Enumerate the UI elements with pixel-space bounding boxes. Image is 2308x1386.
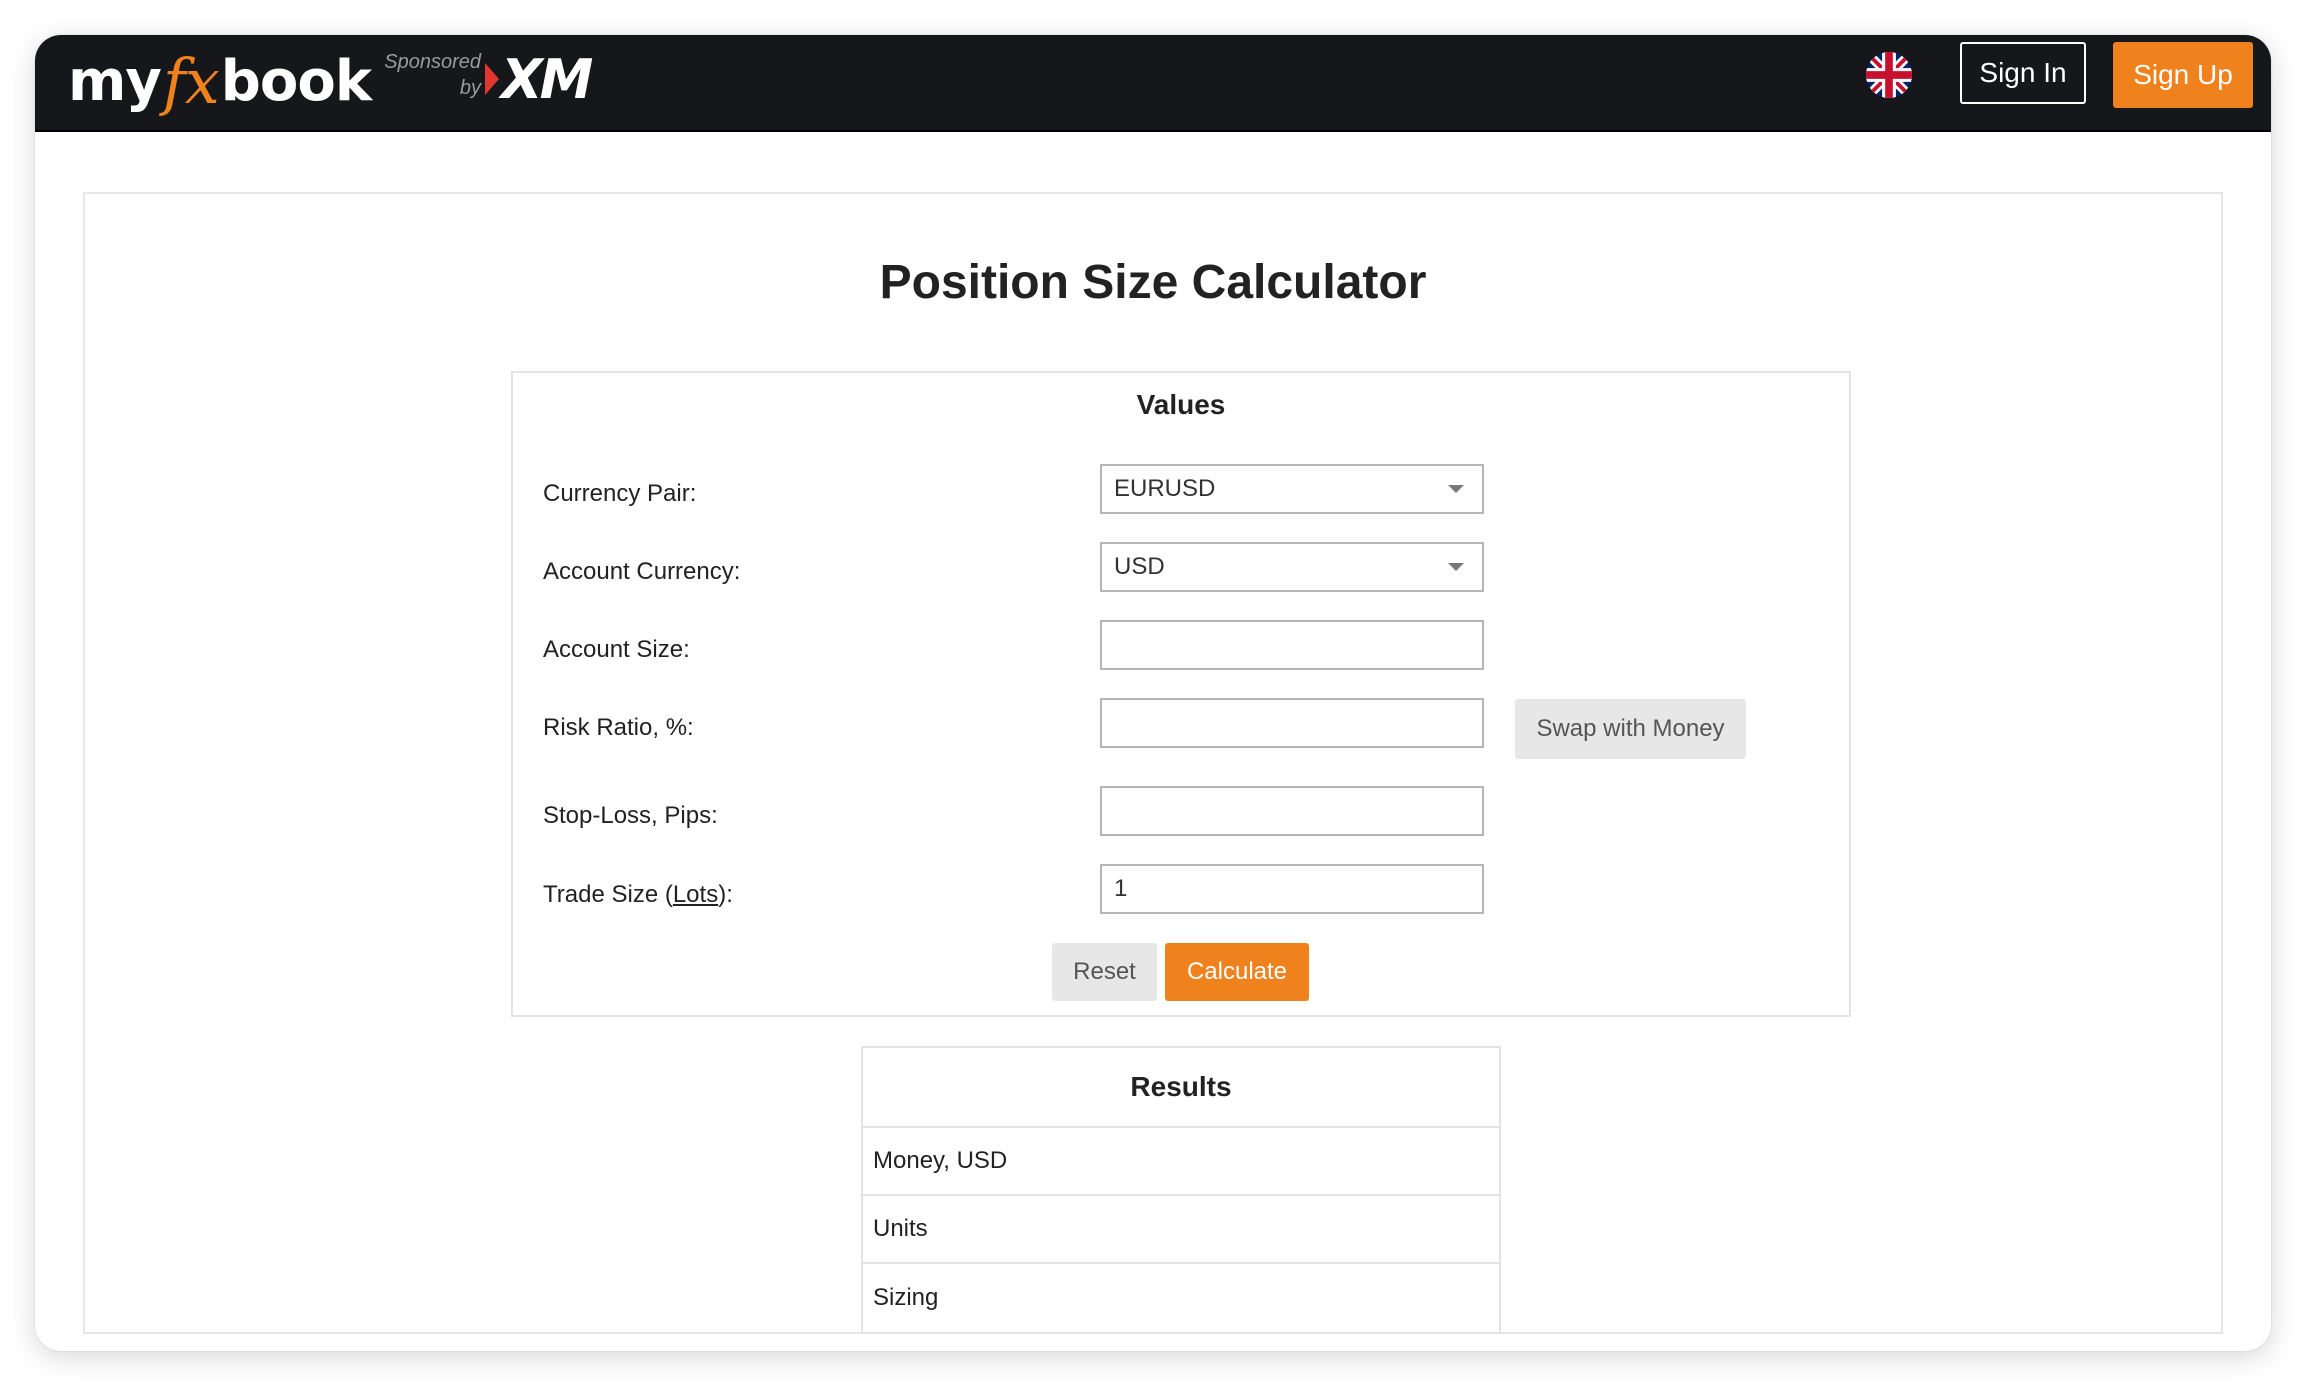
sign-up-button[interactable]: Sign Up [2113,42,2253,108]
page-title: Position Size Calculator [879,256,1427,309]
stop-loss-input[interactable] [1100,786,1484,836]
account-currency-select[interactable]: USD [1100,542,1484,592]
currency-pair-label: Currency Pair: [543,480,697,507]
swap-with-money-button[interactable]: Swap with Money [1515,699,1746,759]
language-selector[interactable] [1866,52,1912,98]
xm-chevron-icon [485,63,499,95]
results-row-money: Money, USD [863,1128,1499,1196]
logo-text-fx: fx [162,44,220,118]
account-currency-value: USD [1114,553,1165,580]
results-panel: Results Money, USD Units Sizing [861,1046,1501,1334]
logo-text-my: my [68,48,162,114]
xm-logo-text: XM [501,47,593,111]
chevron-down-icon [1448,485,1464,493]
trade-size-input[interactable] [1100,864,1484,914]
risk-ratio-input[interactable] [1100,698,1484,748]
calculate-button[interactable]: Calculate [1165,943,1309,1001]
sign-in-button[interactable]: Sign In [1960,42,2086,104]
account-size-label: Account Size: [543,636,690,663]
xm-sponsor-logo[interactable]: XM [485,47,593,111]
stop-loss-label: Stop-Loss, Pips: [543,802,718,829]
myfxbook-logo[interactable]: my fx book [68,41,372,121]
currency-pair-value: EURUSD [1114,475,1216,502]
top-navbar: my fx book Sponsored by XM Sign In Sign Up [35,35,2271,132]
sponsored-by-text: Sponsored by [381,49,481,101]
trade-size-paren-open: ( [664,881,673,908]
values-panel-title: Values [1136,389,1226,420]
risk-ratio-label: Risk Ratio, %: [543,714,694,741]
account-size-input[interactable] [1100,620,1484,670]
app-window: my fx book Sponsored by XM Sign In Sign Up… [35,35,2271,1351]
results-row-units: Units [863,1196,1499,1264]
currency-pair-select[interactable]: EURUSD [1100,464,1484,514]
results-panel-title: Results [863,1048,1499,1128]
reset-button[interactable]: Reset [1052,943,1157,1001]
logo-text-book: book [220,48,372,114]
trade-size-label-text: Trade Size [543,881,665,908]
results-row-sizing: Sizing [873,1284,939,1311]
lots-link[interactable]: Lots [673,881,718,908]
uk-flag-icon [1866,52,1912,98]
account-currency-label: Account Currency: [543,558,741,585]
sponsored-line: Sponsored [384,51,481,73]
by-line: by [459,77,481,99]
trade-size-label: Trade Size (Lots): [543,880,733,910]
trade-size-paren-close: ): [718,881,733,908]
chevron-down-icon [1448,563,1464,571]
